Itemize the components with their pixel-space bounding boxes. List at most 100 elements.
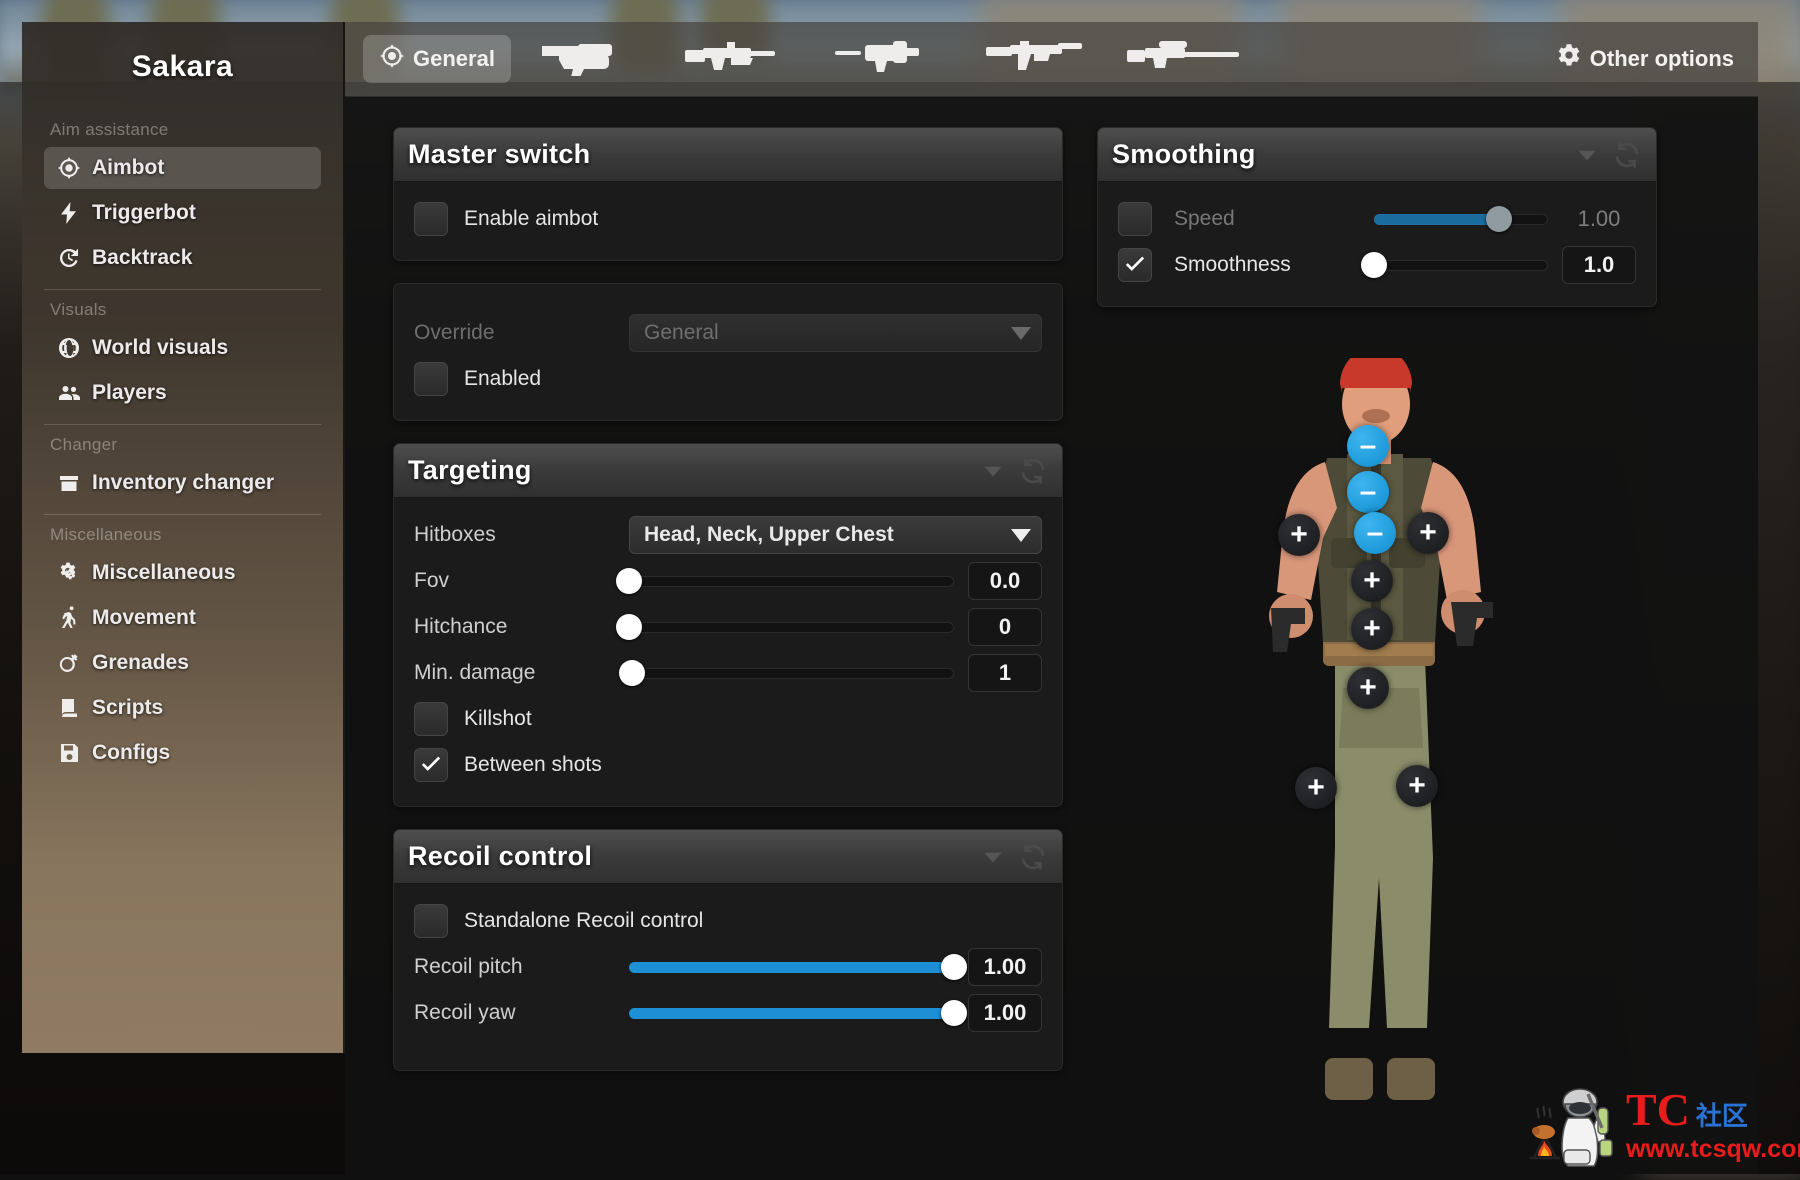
checkbox-killshot[interactable] [414, 702, 448, 736]
sidebar-item-world-visuals[interactable]: World visuals [44, 327, 321, 369]
hitbox-marker-right-arm[interactable]: + [1407, 512, 1449, 554]
slider-min-damage[interactable] [629, 656, 954, 690]
slider-hitchance[interactable] [629, 610, 954, 644]
gears-icon [56, 560, 82, 586]
value-hitchance[interactable]: 0 [968, 608, 1042, 646]
slider-knob[interactable] [616, 568, 642, 594]
hitbox-marker-left-arm[interactable]: + [1278, 514, 1320, 556]
sidebar-item-players[interactable]: Players [44, 372, 321, 414]
site-watermark: TC 社区 www.tcsqw.com [1524, 1080, 1796, 1172]
checkbox-smoothness[interactable] [1118, 248, 1152, 282]
tab-sniper[interactable] [1111, 35, 1261, 83]
rifle-icon [831, 36, 941, 82]
hitbox-marker-left-leg[interactable]: + [1295, 767, 1337, 809]
slider-knob[interactable] [619, 660, 645, 686]
collapse-caret-icon[interactable] [980, 844, 1006, 870]
slider-recoil-yaw[interactable] [629, 996, 954, 1030]
collapse-caret-icon[interactable] [980, 458, 1006, 484]
panel-smoothing: Smoothing Speed [1097, 127, 1657, 307]
reset-icon[interactable] [1612, 140, 1642, 170]
value-min-damage[interactable]: 1 [968, 654, 1042, 692]
checkbox-label: Killshot [464, 707, 532, 731]
reset-icon[interactable] [1018, 842, 1048, 872]
sidebar-item-miscellaneous[interactable]: Miscellaneous [44, 552, 321, 594]
hitbox-marker-stomach[interactable]: + [1351, 608, 1393, 650]
value-speed[interactable]: 1.00 [1562, 200, 1636, 238]
tab-general[interactable]: General [363, 35, 511, 83]
panel-body-smoothing: Speed 1.00 Smoothness [1098, 182, 1656, 306]
sidebar-item-grenades[interactable]: Grenades [44, 642, 321, 684]
checkbox-enable-aimbot[interactable] [414, 202, 448, 236]
checkbox-label: Enabled [464, 367, 541, 391]
checkbox-label: Standalone Recoil control [464, 909, 703, 933]
row-fov: Fov 0.0 [414, 558, 1042, 604]
min-damage-label: Min. damage [414, 661, 629, 685]
value-fov[interactable]: 0.0 [968, 562, 1042, 600]
hitbox-marker-chest[interactable]: + [1351, 560, 1393, 602]
slider-knob[interactable] [616, 614, 642, 640]
slider-knob[interactable] [1361, 252, 1387, 278]
cheat-menu-window: Sakara Aim assistance Aimbot Triggerbot … [22, 22, 1758, 1174]
reset-icon[interactable] [1018, 456, 1048, 486]
sidebar-item-aimbot[interactable]: Aimbot [44, 147, 321, 189]
slider-recoil-pitch[interactable] [629, 950, 954, 984]
slider-knob[interactable] [1486, 206, 1512, 232]
value-recoil-pitch[interactable]: 1.00 [968, 948, 1042, 986]
crosshair-icon [56, 155, 82, 181]
checkbox-between-shots[interactable] [414, 748, 448, 782]
recoil-yaw-label: Recoil yaw [414, 1001, 629, 1025]
panel-title: Smoothing [1112, 139, 1574, 170]
hitbox-marker-upper-chest[interactable]: – [1354, 512, 1396, 554]
row-override-enabled: Enabled [414, 356, 1042, 402]
dropdown-override[interactable]: General [629, 314, 1042, 352]
hitbox-marker-neck[interactable]: – [1347, 471, 1389, 513]
checkbox-standalone-recoil-control[interactable] [414, 904, 448, 938]
hitbox-marker-right-leg[interactable]: + [1396, 765, 1438, 807]
slider-smoothness[interactable] [1374, 248, 1548, 282]
tab-rifle[interactable] [811, 35, 961, 83]
tab-bar: General [345, 22, 1758, 97]
tab-pistol[interactable] [511, 35, 661, 83]
sidebar-item-scripts[interactable]: Scripts [44, 687, 321, 729]
checkbox-override-enabled[interactable] [414, 362, 448, 396]
watermark-suffix: 社区 [1696, 1096, 1748, 1133]
tab-other-options[interactable]: Other options [1540, 35, 1750, 83]
mascot-icon [1524, 1084, 1620, 1168]
row-killshot: Killshot [414, 696, 1042, 742]
sidebar-item-inventory-changer[interactable]: Inventory changer [44, 462, 321, 504]
sidebar-item-triggerbot[interactable]: Triggerbot [44, 192, 321, 234]
sidebar-item-label: Grenades [92, 651, 189, 675]
sidebar-item-label: Triggerbot [92, 201, 196, 225]
sidebar-group-label-miscellaneous: Miscellaneous [22, 519, 343, 549]
slider-track [629, 668, 954, 679]
row-between-shots: Between shots [414, 742, 1042, 788]
sidebar-item-label: Scripts [92, 696, 163, 720]
hitbox-marker-head[interactable]: – [1347, 425, 1389, 467]
dropdown-hitboxes[interactable]: Head, Neck, Upper Chest [629, 516, 1042, 554]
tab-smg[interactable] [661, 35, 811, 83]
grenade-icon [56, 650, 82, 676]
sidebar-item-backtrack[interactable]: Backtrack [44, 237, 321, 279]
player-model: – – – + + + + + + + [1175, 358, 1575, 1128]
slider-fov[interactable] [629, 564, 954, 598]
slider-speed[interactable] [1374, 202, 1548, 236]
sniper-icon [1123, 36, 1249, 82]
row-standalone-recoil: Standalone Recoil control [414, 898, 1042, 944]
slider-knob[interactable] [941, 954, 967, 980]
row-hitchance: Hitchance 0 [414, 604, 1042, 650]
hitbox-marker-pelvis[interactable]: + [1347, 667, 1389, 709]
marker-symbol: + [1307, 773, 1325, 803]
sidebar-item-configs[interactable]: Configs [44, 732, 321, 774]
checkbox-speed[interactable] [1118, 202, 1152, 236]
collapse-caret-icon[interactable] [1574, 142, 1600, 168]
sidebar-item-movement[interactable]: Movement [44, 597, 321, 639]
slider-track [1374, 260, 1548, 271]
sidebar-item-label: Movement [92, 606, 196, 630]
value-recoil-yaw[interactable]: 1.00 [968, 994, 1042, 1032]
slider-knob[interactable] [941, 1000, 967, 1026]
marker-symbol: – [1360, 477, 1377, 507]
tab-ak[interactable] [961, 35, 1111, 83]
panel-title: Recoil control [408, 841, 980, 872]
value-smoothness[interactable]: 1.0 [1562, 246, 1636, 284]
row-smoothness: Smoothness 1.0 [1118, 242, 1636, 288]
